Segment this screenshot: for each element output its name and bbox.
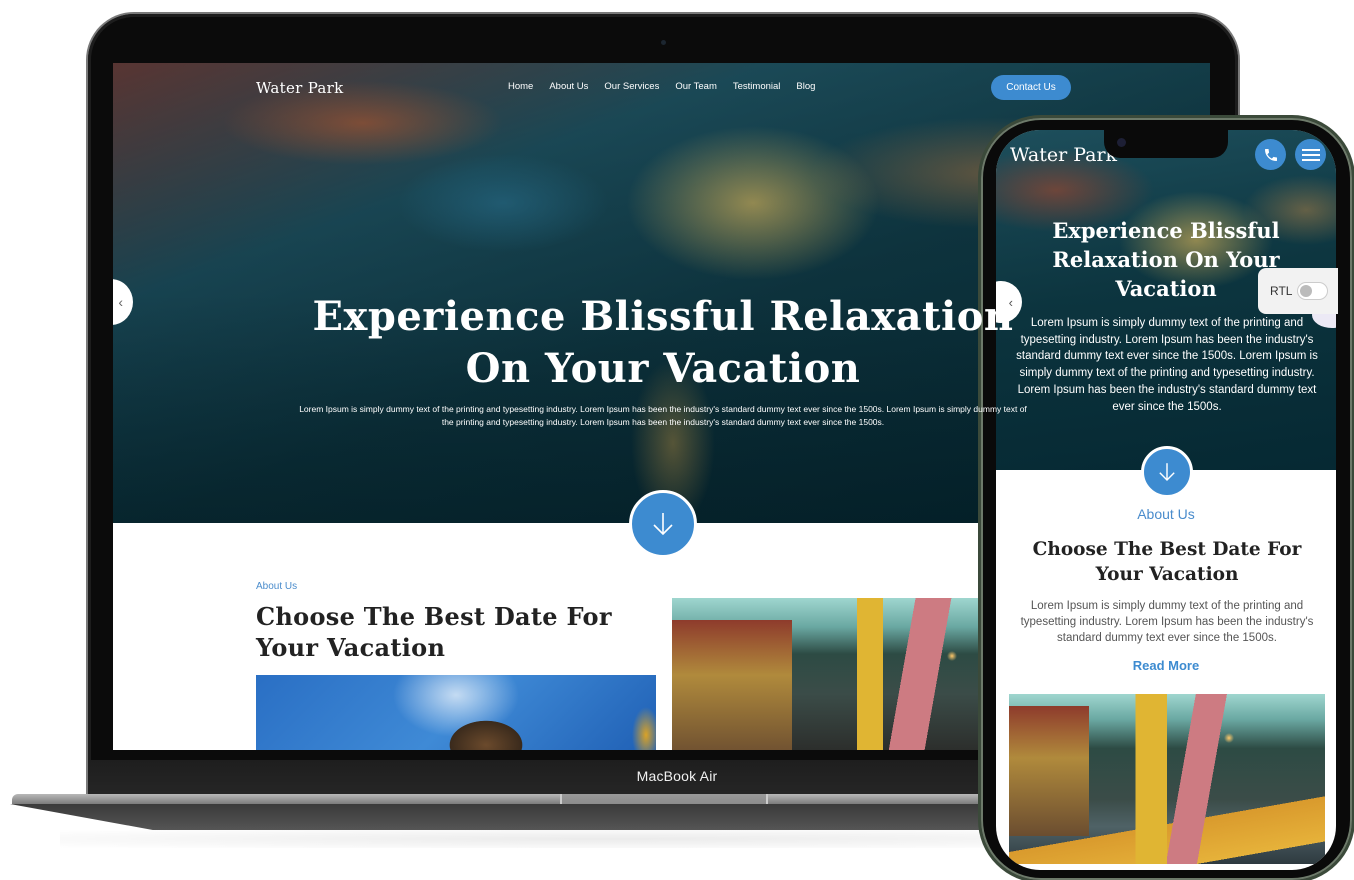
splash-photo <box>256 675 656 750</box>
mobile-menu-button[interactable] <box>1295 139 1326 170</box>
phone-icon <box>1264 148 1277 161</box>
laptop-hinge-notch <box>560 794 768 805</box>
rtl-toggle-panel: RTL <box>1258 268 1338 314</box>
laptop-camera <box>661 40 666 45</box>
chevron-left-icon: ‹ <box>1008 294 1013 310</box>
scroll-down-button[interactable] <box>629 490 697 558</box>
rtl-toggle-knob <box>1300 285 1313 297</box>
call-button[interactable] <box>1255 139 1286 170</box>
about-section-label: About Us <box>256 581 298 592</box>
nav-home[interactable]: Home <box>508 81 533 92</box>
hero-title: Experience Blissful Relaxation On Your V… <box>312 293 1014 392</box>
arrow-down-icon <box>1159 463 1175 482</box>
hero-subtitle: Lorem Ipsum is simply dummy text of the … <box>299 404 1027 427</box>
nav-blog[interactable]: Blog <box>796 81 815 92</box>
nav-about-us[interactable]: About Us <box>549 81 588 92</box>
contact-us-button[interactable]: Contact Us <box>991 75 1071 100</box>
mobile-about-title: Choose The Best Date For Your Vacation <box>1032 539 1302 585</box>
hamburger-menu-icon <box>1301 148 1320 161</box>
nav-our-services[interactable]: Our Services <box>604 81 659 92</box>
mobile-site-logo[interactable]: Water Park <box>1010 144 1117 166</box>
about-section-title: Choose The Best Date For Your Vacation <box>256 602 612 662</box>
mobile-about-label: About Us <box>1137 506 1195 522</box>
mobile-hero-subtitle: Lorem Ipsum is simply dummy text of the … <box>1016 317 1318 413</box>
phone-camera <box>1117 138 1126 147</box>
main-menu: Home About Us Our Services Our Team Test… <box>508 81 815 92</box>
phone-screen: Water Park ‹ Experience Blissful Relaxat… <box>996 130 1336 870</box>
water-slide-photo <box>672 598 1002 750</box>
mobile-water-slide-photo <box>1009 694 1325 864</box>
mobile-about-text: Lorem Ipsum is simply dummy text of the … <box>1020 600 1314 644</box>
site-logo[interactable]: Water Park <box>256 79 344 97</box>
nav-testimonial[interactable]: Testimonial <box>733 81 781 92</box>
mobile-scroll-down-button[interactable] <box>1141 446 1193 498</box>
nav-our-team[interactable]: Our Team <box>675 81 717 92</box>
rtl-toggle-switch[interactable] <box>1297 282 1329 300</box>
arrow-down-icon <box>653 513 673 536</box>
chevron-left-icon: ‹ <box>118 294 123 310</box>
desktop-navbar: Water Park Home About Us Our Services Ou… <box>113 63 1210 113</box>
rtl-label: RTL <box>1270 284 1293 298</box>
read-more-link[interactable]: Read More <box>996 658 1336 673</box>
